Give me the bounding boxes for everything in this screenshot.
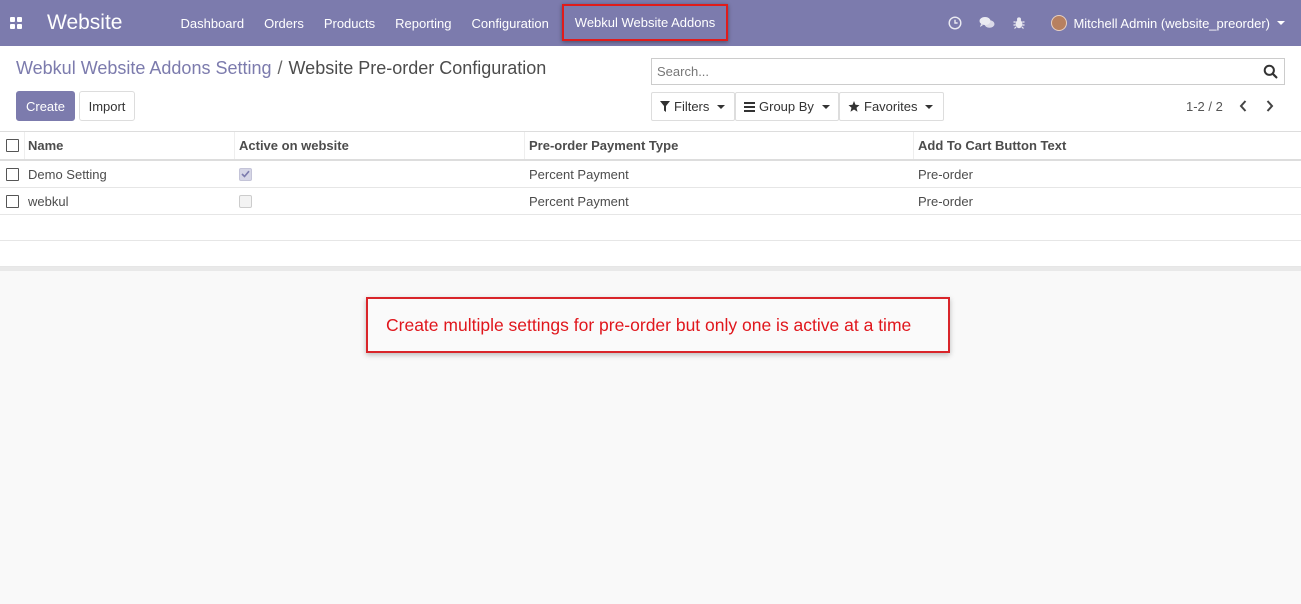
column-header-active[interactable]: Active on website xyxy=(235,132,525,159)
chevron-left-icon[interactable] xyxy=(1236,98,1250,114)
empty-row xyxy=(0,241,1301,267)
top-navbar: Website Dashboard Orders Products Report… xyxy=(0,0,1301,46)
annotation-text: Create multiple settings for pre-order b… xyxy=(386,315,912,335)
select-all-checkbox[interactable] xyxy=(5,139,19,152)
bug-icon[interactable] xyxy=(1011,15,1027,31)
navbar-systray: Mitchell Admin (website_preorder) xyxy=(939,0,1301,46)
bars-icon xyxy=(744,101,755,112)
control-panel: Webkul Website Addons Setting / Website Pr… xyxy=(0,46,1301,132)
app-brand[interactable]: Website xyxy=(47,11,122,35)
table-header: Name Active on website Pre-order Payment… xyxy=(0,132,1301,161)
import-button[interactable]: Import xyxy=(79,91,135,121)
select-all-cell xyxy=(0,132,25,159)
menu-configuration[interactable]: Configuration xyxy=(462,0,559,46)
apps-grid-icon[interactable] xyxy=(10,17,22,29)
menu-products[interactable]: Products xyxy=(314,0,385,46)
row-payment-type: Percent Payment xyxy=(529,193,629,209)
row-name: webkul xyxy=(28,193,69,209)
user-name: Mitchell Admin (website_preorder) xyxy=(1073,15,1270,31)
row-select-cell xyxy=(0,188,25,214)
search-icon[interactable] xyxy=(1259,61,1281,83)
row-button-text: Pre-order xyxy=(918,166,973,182)
breadcrumb-parent[interactable]: Webkul Website Addons Setting xyxy=(16,58,272,78)
chat-icon[interactable] xyxy=(979,15,995,31)
chevron-right-icon[interactable] xyxy=(1263,98,1277,114)
breadcrumb: Webkul Website Addons Setting / Website Pr… xyxy=(16,58,546,79)
row-checkbox[interactable] xyxy=(6,194,19,208)
group-by-caret-icon xyxy=(821,104,830,109)
row-payment-type: Percent Payment xyxy=(529,166,629,182)
clock-icon[interactable] xyxy=(947,15,963,31)
favorites-caret-icon xyxy=(925,104,934,109)
user-menu[interactable]: Mitchell Admin (website_preorder) xyxy=(1051,15,1285,31)
favorites-label: Favorites xyxy=(864,99,918,114)
row-active-cell xyxy=(235,161,525,187)
table-row[interactable]: Demo Setting Percent Payment Pre-order xyxy=(0,161,1301,188)
create-button[interactable]: Create xyxy=(16,91,75,121)
active-checkbox-checked xyxy=(239,167,252,181)
column-header-payment-type[interactable]: Pre-order Payment Type xyxy=(525,132,914,159)
annotation-callout: Create multiple settings for pre-order b… xyxy=(366,297,950,353)
search-bar xyxy=(651,58,1285,85)
menu-webkul-website-addons[interactable]: Webkul Website Addons xyxy=(562,4,728,41)
star-icon xyxy=(848,101,860,112)
pager-value[interactable]: 1-2 / 2 xyxy=(1186,99,1223,114)
user-avatar xyxy=(1051,15,1068,31)
breadcrumb-current: Website Pre-order Configuration xyxy=(288,58,547,78)
group-by-label: Group By xyxy=(759,99,814,114)
filters-caret-icon xyxy=(717,104,726,109)
empty-row xyxy=(0,215,1301,241)
favorites-dropdown[interactable]: Favorites xyxy=(839,92,944,121)
row-checkbox[interactable] xyxy=(6,167,19,181)
list-view: Name Active on website Pre-order Payment… xyxy=(0,132,1301,271)
row-name: Demo Setting xyxy=(28,166,107,182)
menu-dashboard[interactable]: Dashboard xyxy=(170,0,254,46)
filters-dropdown[interactable]: Filters xyxy=(651,92,735,121)
search-input[interactable] xyxy=(652,64,1259,79)
column-header-button-text[interactable]: Add To Cart Button Text xyxy=(914,132,1301,159)
menu-orders[interactable]: Orders xyxy=(254,0,314,46)
row-select-cell xyxy=(0,161,25,187)
row-button-text: Pre-order xyxy=(918,193,973,209)
row-active-cell xyxy=(235,188,525,214)
group-by-dropdown[interactable]: Group By xyxy=(735,92,839,121)
active-checkbox-unchecked xyxy=(239,194,252,208)
table-row[interactable]: webkul Percent Payment Pre-order xyxy=(0,188,1301,215)
menu-reporting[interactable]: Reporting xyxy=(385,0,461,46)
user-dropdown-caret-icon xyxy=(1277,21,1285,25)
filters-label: Filters xyxy=(674,99,710,114)
breadcrumb-separator: / xyxy=(277,58,283,78)
list-footer xyxy=(0,267,1301,271)
column-header-name[interactable]: Name xyxy=(25,132,235,159)
filter-icon xyxy=(660,101,670,112)
